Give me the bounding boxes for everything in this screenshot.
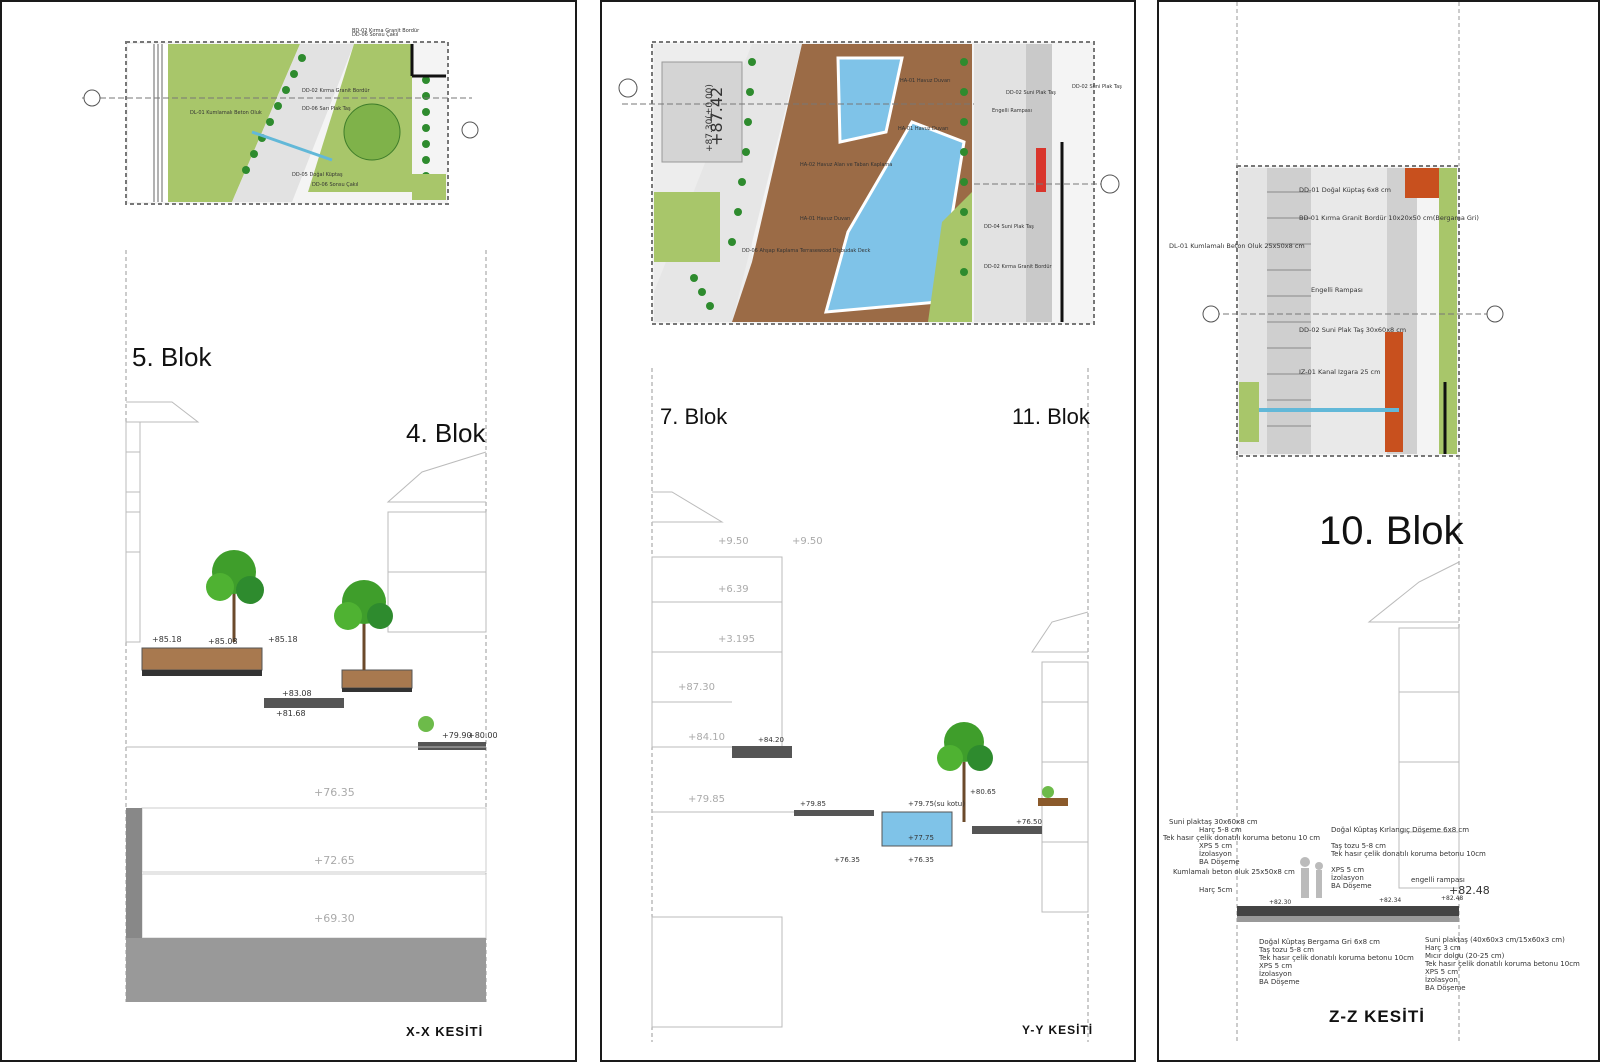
note-left: İzolasyon (1199, 849, 1232, 858)
block-label-7: 7. Blok (660, 404, 728, 429)
plan-label: DD-06 Sarı Plak Taş (302, 106, 351, 112)
spot-level: +85.08 (208, 637, 238, 646)
section-yy-drawing: +87.42 +87.30(±0.00) HA-01 Havuz Duvarı … (618, 41, 1122, 1042)
note-bottom-left: XPS 5 cm (1259, 962, 1292, 970)
section-title-xx: X-X KESİTİ (406, 1024, 483, 1039)
note-bottom-left: Taş tozu 5-8 cm (1258, 946, 1314, 954)
note-mid: Doğal Küptaş Kırlangıç Döşeme 6x8 cm (1331, 826, 1469, 834)
floor-level: +84.10 (688, 732, 725, 743)
plan-level-label: +87.30(±0.00) (705, 84, 715, 152)
spot-level: +82.48 (1441, 895, 1463, 902)
note-bottom-right: Mıcır dolgu (20-25 cm) (1425, 952, 1505, 960)
plan-inset-yy: +87.42 +87.30(±0.00) HA-01 Havuz Duvarı … (618, 41, 1122, 325)
floor-level: +69.30 (314, 912, 355, 925)
spot-level: +80.65 (970, 788, 996, 796)
plan-label: Engelli Rampası (992, 108, 1032, 114)
section-xx-drawing: BD-02 Kırma Granit Bordür DD-06 Sarı Pla… (82, 28, 498, 1039)
plan-label: HA-02 Havuz Alan ve Taban Kaplama (800, 162, 892, 168)
spot-level: +83.08 (282, 689, 312, 698)
tree-icon (334, 580, 393, 670)
note-left: XPS 5 cm (1199, 842, 1232, 850)
section-zz-drawing: DD-01 Doğal Küptaş 6x8 cm BD-01 Kırma Gr… (1162, 2, 1580, 1042)
spot-level: +77.75 (908, 834, 934, 842)
plan-label: DD-02 Kırma Granit Bordür (984, 264, 1053, 270)
note-left: BA Döşeme (1199, 858, 1240, 866)
floor-level: +79.85 (688, 794, 725, 805)
plan-label: DL-01 Kumlamalı Beton Oluk 25x50x8 cm (1169, 242, 1305, 250)
note-left: Kumlamalı beton oluk 25x50x8 cm (1173, 868, 1295, 876)
block-label-11: 11. Blok (1012, 404, 1091, 429)
floor-level: +6.39 (718, 584, 749, 595)
plan-label: DD-01 Doğal Küptaş 6x8 cm (1299, 186, 1391, 194)
note-bottom-right: XPS 5 cm (1425, 968, 1458, 976)
plan-label: HA-01 Havuz Duvarı (898, 126, 948, 132)
spot-level: +84.20 (758, 736, 784, 744)
note-mid: Taş tozu 5-8 cm (1330, 842, 1386, 850)
plan-label: DD-02 Kırma Granit Bordür (302, 88, 371, 94)
note-bottom-right: Tek hasır çelik donatılı koruma betonu 1… (1424, 960, 1580, 968)
note-bottom-right: Harç 3 cm (1425, 944, 1461, 952)
block-label-5: 5. Blok (132, 342, 212, 372)
note-mid: BA Döşeme (1331, 882, 1372, 890)
note-bottom-left: BA Döşeme (1259, 978, 1300, 986)
note-mid: İzolasyon (1331, 873, 1364, 882)
spot-level: +80.00 (468, 731, 498, 740)
plan-label: IZ-01 Kanal Izgara 25 cm (1299, 368, 1380, 376)
spot-level: +76.50 (1016, 818, 1042, 826)
floor-level: +9.50 (792, 536, 823, 547)
plan-label: DD-04 Suni Plak Taş (984, 224, 1034, 230)
plan-inset-zz: DD-01 Doğal Küptaş 6x8 cm BD-01 Kırma Gr… (1169, 165, 1504, 457)
spot-level: +76.35 (834, 856, 860, 864)
note-bottom-left: Doğal Küptaş Bergama Gri 6x8 cm (1259, 938, 1380, 946)
sheet-xx: BD-02 Kırma Granit Bordür DD-06 Sarı Pla… (0, 0, 577, 1062)
note-mid: XPS 5 cm (1331, 866, 1364, 874)
note-bottom-right: İzolasyon (1425, 975, 1458, 984)
spot-level: +82.30 (1269, 899, 1291, 906)
note-bottom-right: Suni plaktaş (40x60x3 cm/15x60x3 cm) (1425, 936, 1565, 944)
spot-level: +76.35 (908, 856, 934, 864)
note-left: Harç 5cm (1199, 886, 1233, 894)
plan-label: DD-02 Suni Plak Taş (1006, 90, 1056, 96)
plan-label: DL-01 Kumlamalı Beton Oluk (190, 110, 262, 116)
block-label-4: 4. Blok (406, 418, 486, 448)
sheet-yy: +87.42 +87.30(±0.00) HA-01 Havuz Duvarı … (600, 0, 1136, 1062)
spot-level: +85.18 (152, 635, 182, 644)
plan-label: DD-06 Sonsu Çakıl (352, 32, 398, 38)
floor-level: +3.195 (718, 634, 755, 645)
section-title-yy: Y-Y KESİTİ (1022, 1022, 1093, 1037)
sheet-zz: DD-01 Doğal Küptaş 6x8 cm BD-01 Kırma Gr… (1157, 0, 1600, 1062)
plan-label: HA-01 Havuz Duvarı (900, 78, 950, 84)
spot-level: +85.18 (268, 635, 298, 644)
spot-level: +79.75(su kotu) (908, 800, 965, 808)
spot-level: +79.85 (800, 800, 826, 808)
note-left: Tek hasır çelik donatılı koruma betonu 1… (1162, 834, 1320, 842)
floor-level: +72.65 (314, 854, 355, 867)
plan-label: DD-06 Sonsu Çakıl (312, 182, 358, 188)
note-bottom-right: BA Döşeme (1425, 984, 1466, 992)
floor-level: +9.50 (718, 536, 749, 547)
section-title-zz: Z-Z KESİTİ (1329, 1007, 1425, 1026)
plan-label: DD-06 Ahşap Kaplama Terrasewood Dişbudak… (742, 248, 870, 254)
tree-icon (206, 550, 264, 642)
floor-level: +87.30 (678, 682, 715, 693)
block-label-10: 10. Blok (1319, 509, 1465, 553)
note-bottom-left: İzolasyon (1259, 969, 1292, 978)
note-bottom-left: Tek hasır çelik donatılı koruma betonu 1… (1258, 954, 1414, 962)
floor-level: +76.35 (314, 786, 355, 799)
plan-label: Engelli Rampası (1311, 286, 1363, 294)
note-left: Harç 5-8 cm (1199, 826, 1242, 834)
spot-level: +82.34 (1379, 897, 1401, 904)
plan-label: DD-05 Doğal Küptaş (292, 171, 343, 178)
plan-label: DD-02 Suni Plak Taş 30x60x8 cm (1299, 326, 1406, 334)
plan-label: HA-01 Havuz Duvarı (800, 216, 850, 222)
note-left: Suni plaktaş 30x60x8 cm (1169, 818, 1258, 826)
note-mid: Tek hasır çelik donatılı koruma betonu 1… (1330, 850, 1486, 858)
spot-level: +81.68 (276, 709, 306, 718)
plan-inset-xx: BD-02 Kırma Granit Bordür DD-06 Sarı Pla… (82, 28, 479, 205)
plan-label: BD-01 Kırma Granit Bordür 10x20x50 cm(Be… (1299, 214, 1479, 222)
plan-label: DD-02 Suni Plak Taş (1072, 84, 1122, 90)
note-mid: engelli rampası (1411, 876, 1465, 884)
